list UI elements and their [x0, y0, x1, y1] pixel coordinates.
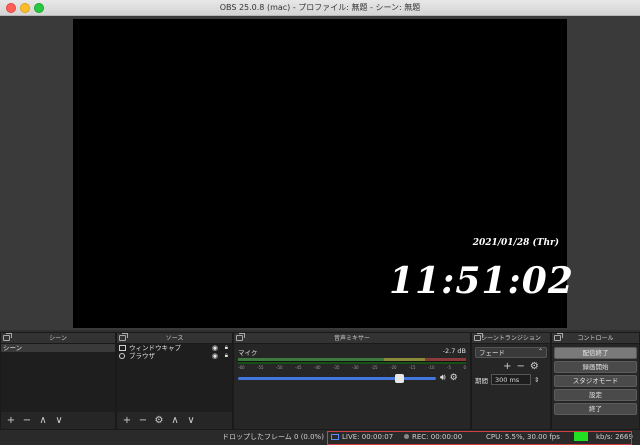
audio-mixer-dock: 音声ミキサー マイク -2.7 dB -60 -55 -50 -45 -40 -35 -30…: [233, 332, 471, 430]
move-source-down-button[interactable]: ∨: [185, 415, 197, 426]
overlay-clock: 11:51:02: [389, 260, 574, 302]
source-properties-gear-icon[interactable]: ⚙: [153, 415, 165, 426]
scene-item[interactable]: シーン: [1, 344, 115, 352]
dock-float-icon[interactable]: [236, 333, 245, 341]
controls-dock-title: コントロール: [552, 333, 639, 344]
minimize-window-button[interactable]: [20, 3, 30, 13]
visibility-eye-icon[interactable]: ◉: [212, 344, 218, 352]
lock-icon[interactable]: 🔒︎: [225, 344, 228, 352]
channel-name: マイク: [238, 349, 258, 357]
speaker-icon[interactable]: 🔊︎: [440, 373, 446, 383]
scenes-dock: シーン シーン + − ∧ ∨: [0, 332, 116, 430]
volume-slider-knob[interactable]: [394, 373, 404, 383]
meter-tick: -20: [390, 365, 397, 370]
add-transition-button[interactable]: +: [503, 361, 511, 372]
status-highlight-box: [327, 431, 632, 445]
meter-tick: -15: [409, 365, 416, 370]
meter-tick: -25: [371, 365, 378, 370]
sources-dock: ソース ウィンドウキャプ ◉ 🔒︎ ブラウザ ◉ 🔒︎ + − ⚙ ∧ ∨: [116, 332, 233, 430]
obs-window: OBS 25.0.8 (mac) - プロファイル: 無題 - シーン: 無題 …: [0, 0, 640, 445]
meter-tick: -35: [333, 365, 340, 370]
mixer-gear-icon[interactable]: ⚙: [450, 373, 458, 383]
window-capture-icon: [119, 345, 126, 351]
visibility-eye-icon[interactable]: ◉: [212, 352, 218, 360]
close-window-button[interactable]: [6, 3, 16, 13]
scene-transitions-dock: シーントランジション フェード + − ⚙ 期間 300 ms ⇕: [471, 332, 551, 430]
add-scene-button[interactable]: +: [5, 415, 17, 426]
meter-tick: -5: [447, 365, 451, 370]
scenes-dock-title: シーン: [1, 333, 115, 344]
stop-streaming-button[interactable]: 配信終了: [554, 347, 637, 359]
remove-transition-button[interactable]: −: [517, 361, 525, 372]
start-recording-button[interactable]: 録画開始: [554, 361, 637, 373]
meter-tick: -40: [314, 365, 321, 370]
mixer-channel: マイク -2.7 dB -60 -55 -50 -45 -40 -35 -30 -25 -20-…: [234, 344, 470, 386]
studio-mode-button[interactable]: スタジオモード: [554, 375, 637, 387]
maximize-window-button[interactable]: [34, 3, 44, 13]
preview-canvas[interactable]: 2021/01/28 (Thr) 11:51:02: [73, 19, 573, 328]
transition-select[interactable]: フェード: [475, 347, 547, 358]
duration-input[interactable]: 300 ms: [491, 374, 531, 385]
volume-slider[interactable]: [238, 373, 436, 383]
controls-dock: コントロール 配信終了 録画開始 スタジオモード 設定 終了: [551, 332, 640, 430]
volume-meter-peak: [238, 362, 466, 364]
preview-area: 2021/01/28 (Thr) 11:51:02: [0, 16, 640, 330]
meter-tick: -55: [257, 365, 264, 370]
overlay-date: 2021/01/28 (Thr): [472, 238, 559, 248]
channel-level: -2.7 dB: [442, 347, 466, 355]
meter-ticks: -60 -55 -50 -45 -40 -35 -30 -25 -20 -15 -10 -5 0: [238, 365, 466, 370]
duration-label: 期間: [475, 376, 488, 385]
source-item[interactable]: ウィンドウキャプ ◉ 🔒︎: [117, 344, 232, 352]
browser-globe-icon: [119, 353, 125, 359]
window-title: OBS 25.0.8 (mac) - プロファイル: 無題 - シーン: 無題: [219, 3, 421, 12]
duration-stepper[interactable]: ⇕: [534, 376, 539, 384]
scenes-toolbar: + − ∧ ∨: [1, 412, 115, 429]
title-bar: OBS 25.0.8 (mac) - プロファイル: 無題 - シーン: 無題: [0, 0, 640, 16]
transitions-dock-title: シーントランジション: [472, 333, 550, 344]
dock-float-icon[interactable]: [3, 333, 12, 341]
meter-tick: -10: [428, 365, 435, 370]
meter-tick: 0: [463, 365, 466, 370]
source-item[interactable]: ブラウザ ◉ 🔒︎: [117, 352, 232, 360]
settings-button[interactable]: 設定: [554, 389, 637, 401]
dock-float-icon[interactable]: [474, 333, 483, 341]
meter-tick: -60: [238, 365, 245, 370]
lock-icon[interactable]: 🔒︎: [225, 352, 228, 360]
exit-button[interactable]: 終了: [554, 403, 637, 415]
add-source-button[interactable]: +: [121, 415, 133, 426]
remove-scene-button[interactable]: −: [21, 415, 33, 426]
meter-tick: -50: [276, 365, 283, 370]
meter-tick: -30: [352, 365, 359, 370]
transition-gear-icon[interactable]: ⚙: [530, 361, 539, 372]
dock-float-icon[interactable]: [119, 333, 128, 341]
move-scene-up-button[interactable]: ∧: [37, 415, 49, 426]
meter-tick: -45: [295, 365, 302, 370]
scenes-list[interactable]: シーン: [1, 344, 115, 412]
sources-toolbar: + − ⚙ ∧ ∨: [117, 412, 232, 429]
sources-list[interactable]: ウィンドウキャプ ◉ 🔒︎ ブラウザ ◉ 🔒︎: [117, 344, 232, 412]
move-source-up-button[interactable]: ∧: [169, 415, 181, 426]
dock-float-icon[interactable]: [554, 333, 563, 341]
sources-dock-title: ソース: [117, 333, 232, 344]
dropped-frames: ドロップしたフレーム 0 (0.0%): [222, 433, 324, 441]
move-scene-down-button[interactable]: ∨: [53, 415, 65, 426]
mixer-dock-title: 音声ミキサー: [234, 333, 470, 344]
remove-source-button[interactable]: −: [137, 415, 149, 426]
